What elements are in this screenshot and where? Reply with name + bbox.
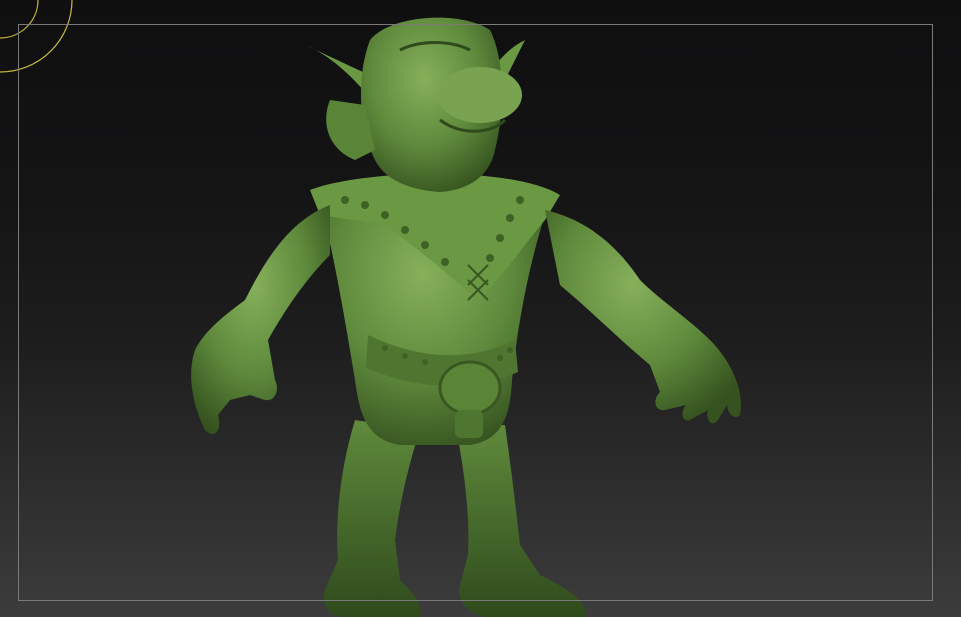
right-leg <box>455 425 586 617</box>
right-arm <box>545 210 741 424</box>
head <box>305 17 525 192</box>
left-arm <box>191 205 330 435</box>
left-leg <box>323 420 421 617</box>
torso <box>310 173 560 445</box>
document-viewport[interactable] <box>0 0 961 617</box>
goblin-sculpt[interactable] <box>0 0 961 617</box>
